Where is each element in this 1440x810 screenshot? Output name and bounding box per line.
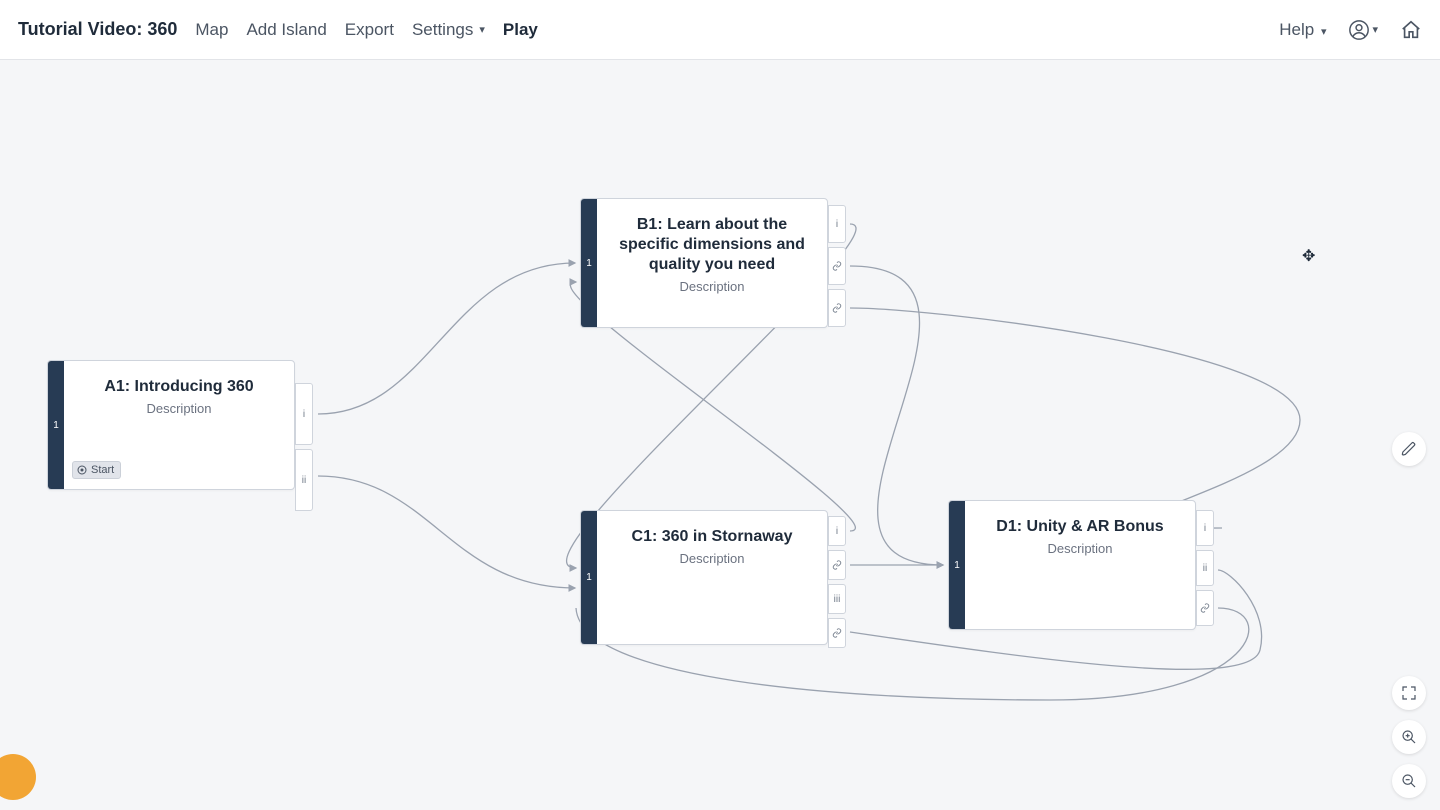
island-index-badge: 1: [48, 361, 64, 489]
island-c1-outputs: i iii: [828, 516, 846, 648]
island-description: Description: [609, 551, 815, 566]
help-bubble-button[interactable]: [0, 754, 36, 800]
output-tab-link[interactable]: [828, 550, 846, 580]
output-tab-link[interactable]: [828, 618, 846, 648]
output-tab-i[interactable]: i: [828, 205, 846, 243]
help-menu[interactable]: Help ▾: [1279, 20, 1326, 40]
output-tab-link[interactable]: [828, 247, 846, 285]
island-b1[interactable]: 1 B1: Learn about the specific dimension…: [580, 198, 828, 328]
zoom-in-button[interactable]: [1392, 720, 1426, 754]
start-badge: Start: [72, 461, 121, 479]
output-tab-link[interactable]: [1196, 590, 1214, 626]
pencil-icon: [1401, 441, 1417, 457]
menu-export[interactable]: Export: [345, 20, 394, 40]
island-index-badge: 1: [581, 511, 597, 644]
island-d1[interactable]: 1 D1: Unity & AR Bonus Description: [948, 500, 1196, 630]
island-description: Description: [609, 279, 815, 294]
chevron-down-icon: ▾: [1321, 26, 1327, 38]
link-icon: [832, 261, 842, 271]
home-icon: [1400, 19, 1422, 41]
menu-settings[interactable]: Settings ▾: [412, 20, 485, 40]
top-bar: Tutorial Video: 360 Map Add Island Expor…: [0, 0, 1440, 60]
output-tab-i[interactable]: i: [828, 516, 846, 546]
zoom-controls: [1392, 676, 1426, 798]
island-description: Description: [76, 401, 282, 416]
move-cursor-icon: ✥: [1302, 246, 1315, 266]
edge-a-to-c: [318, 476, 575, 588]
island-a1[interactable]: 1 A1: Introducing 360 Description Start: [47, 360, 295, 490]
user-circle-icon: [1348, 19, 1370, 41]
menu-map[interactable]: Map: [195, 20, 228, 40]
menu-settings-label: Settings: [412, 20, 473, 40]
zoom-out-button[interactable]: [1392, 764, 1426, 798]
story-map-canvas[interactable]: 1 A1: Introducing 360 Description Start …: [0, 60, 1440, 810]
edit-button[interactable]: [1392, 432, 1426, 466]
output-tab-iii[interactable]: iii: [828, 584, 846, 614]
island-index-badge: 1: [949, 501, 965, 629]
island-title: C1: 360 in Stornaway: [609, 527, 815, 547]
output-tab-i[interactable]: i: [295, 383, 313, 445]
island-c1[interactable]: 1 C1: 360 in Stornaway Description: [580, 510, 828, 645]
home-button[interactable]: [1400, 19, 1422, 41]
island-title: B1: Learn about the specific dimensions …: [609, 215, 815, 275]
chevron-down-icon: ▾: [1372, 23, 1378, 36]
link-icon: [832, 303, 842, 313]
canvas-tools: [1392, 432, 1426, 466]
zoom-out-icon: [1401, 773, 1417, 789]
output-tab-ii[interactable]: ii: [1196, 550, 1214, 586]
header-right-controls: Help ▾ ▾: [1279, 19, 1422, 41]
island-title: A1: Introducing 360: [76, 377, 282, 397]
zoom-in-icon: [1401, 729, 1417, 745]
help-label: Help: [1279, 20, 1314, 39]
menu-play[interactable]: Play: [503, 20, 538, 40]
island-d1-outputs: i ii: [1196, 510, 1214, 626]
output-tab-link[interactable]: [828, 289, 846, 327]
output-tab-i[interactable]: i: [1196, 510, 1214, 546]
island-title: D1: Unity & AR Bonus: [977, 517, 1183, 537]
link-icon: [832, 560, 842, 570]
expand-icon: [1401, 685, 1417, 701]
main-menu: Map Add Island Export Settings ▾ Play: [195, 20, 538, 40]
output-tab-ii[interactable]: ii: [295, 449, 313, 511]
menu-add-island[interactable]: Add Island: [246, 20, 326, 40]
link-icon: [1200, 603, 1210, 613]
island-a1-outputs: i ii: [295, 383, 313, 511]
start-label: Start: [91, 464, 114, 476]
project-title: Tutorial Video: 360: [18, 19, 177, 40]
edge-b-loop: [850, 308, 1300, 528]
chevron-down-icon: ▾: [479, 23, 485, 36]
island-description: Description: [977, 541, 1183, 556]
edge-b-to-d: [850, 266, 943, 565]
island-index-badge: 1: [581, 199, 597, 327]
island-b1-outputs: i: [828, 205, 846, 327]
link-icon: [832, 628, 842, 638]
target-icon: [77, 465, 87, 475]
account-menu[interactable]: ▾: [1348, 19, 1378, 41]
edge-a-to-b: [318, 263, 575, 414]
fit-to-screen-button[interactable]: [1392, 676, 1426, 710]
